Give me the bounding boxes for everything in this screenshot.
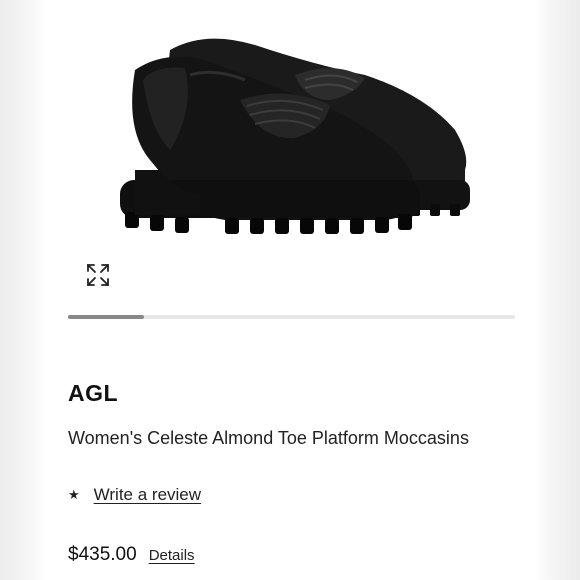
product-image[interactable] <box>95 20 485 250</box>
carousel-progress-fill <box>68 315 144 319</box>
image-carousel-progress[interactable] <box>68 315 515 319</box>
price: $435.00 <box>68 544 137 565</box>
product-title: Women's Celeste Almond Toe Platform Mocc… <box>68 428 469 448</box>
expand-arrows-icon[interactable] <box>82 259 114 291</box>
brand-name: AGL <box>68 380 119 406</box>
write-review-link[interactable]: Write a review <box>94 485 201 505</box>
details-link[interactable]: Details <box>149 547 195 564</box>
left-edge-shade <box>0 0 46 580</box>
price-row: $435.00 Details <box>68 544 195 566</box>
review-row: ★ Write a review <box>68 485 201 505</box>
star-icon: ★ <box>68 487 80 502</box>
right-edge-shade <box>534 0 580 580</box>
